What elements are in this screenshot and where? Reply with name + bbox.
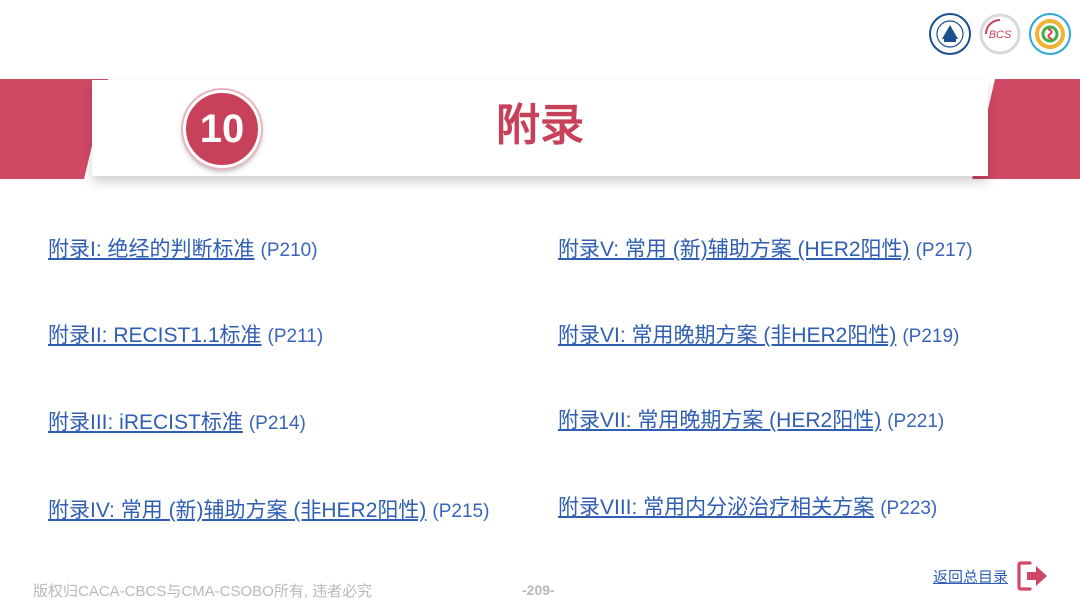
toc-page-ref: (P221) bbox=[887, 411, 945, 432]
toc-link[interactable]: 附录III: iRECIST标准 bbox=[48, 411, 243, 434]
toc-page-ref: (P211) bbox=[267, 326, 324, 347]
back-to-contents[interactable]: 返回总目录 bbox=[933, 559, 1050, 593]
toc-link[interactable]: 附录VII: 常用晚期方案 (HER2阳性) bbox=[558, 409, 881, 432]
section-number-badge: 10 bbox=[183, 90, 261, 168]
toc-page-ref: (P223) bbox=[880, 498, 938, 519]
toc-item: 附录I: 绝经的判断标准 (P210) bbox=[48, 236, 318, 265]
exit-icon[interactable] bbox=[1016, 559, 1050, 593]
section-title: 附录 bbox=[496, 101, 584, 150]
toc-page-ref: (P219) bbox=[902, 326, 960, 347]
toc-item: 附录IV: 常用 (新)辅助方案 (非HER2阳性) (P215) bbox=[48, 497, 489, 526]
toc-page-ref: (P214) bbox=[248, 413, 306, 434]
toc-link[interactable]: 附录I: 绝经的判断标准 bbox=[48, 238, 255, 261]
toc-page-ref: (P210) bbox=[260, 240, 318, 261]
toc-page-ref: (P215) bbox=[432, 501, 490, 522]
toc-link[interactable]: 附录II: RECIST1.1标准 bbox=[48, 324, 262, 347]
bcs-logo-text: BCS bbox=[989, 29, 1012, 41]
toc-link[interactable]: 附录IV: 常用 (新)辅助方案 (非HER2阳性) bbox=[48, 499, 426, 522]
toc-link[interactable]: 附录V: 常用 (新)辅助方案 (HER2阳性) bbox=[558, 238, 910, 261]
toc-page-ref: (P217) bbox=[915, 240, 973, 261]
header-logos: BCS bbox=[928, 12, 1072, 56]
toc-link[interactable]: 附录VIII: 常用内分泌治疗相关方案 bbox=[558, 496, 874, 519]
back-to-contents-link[interactable]: 返回总目录 bbox=[933, 566, 1008, 587]
bcs-logo: BCS bbox=[979, 13, 1021, 55]
toc-item: 附录II: RECIST1.1标准 (P211) bbox=[48, 322, 323, 351]
copyright-notice: 版权归CACA-CBCS与CMA-CSOBO所有, 违者必究 bbox=[33, 583, 373, 600]
toc-item: 附录VII: 常用晚期方案 (HER2阳性) (P221) bbox=[558, 407, 944, 436]
toc-item: 附录V: 常用 (新)辅助方案 (HER2阳性) (P217) bbox=[558, 236, 973, 265]
toc-link[interactable]: 附录VI: 常用晚期方案 (非HER2阳性) bbox=[558, 324, 896, 347]
cso-logo bbox=[1029, 13, 1071, 55]
toc-item: 附录III: iRECIST标准 (P214) bbox=[48, 409, 306, 438]
toc-item: 附录VIII: 常用内分泌治疗相关方案 (P223) bbox=[558, 494, 937, 523]
toc-item: 附录VI: 常用晚期方案 (非HER2阳性) (P219) bbox=[558, 322, 959, 351]
university-seal-logo bbox=[929, 13, 971, 55]
page-number: -209- bbox=[522, 582, 555, 598]
